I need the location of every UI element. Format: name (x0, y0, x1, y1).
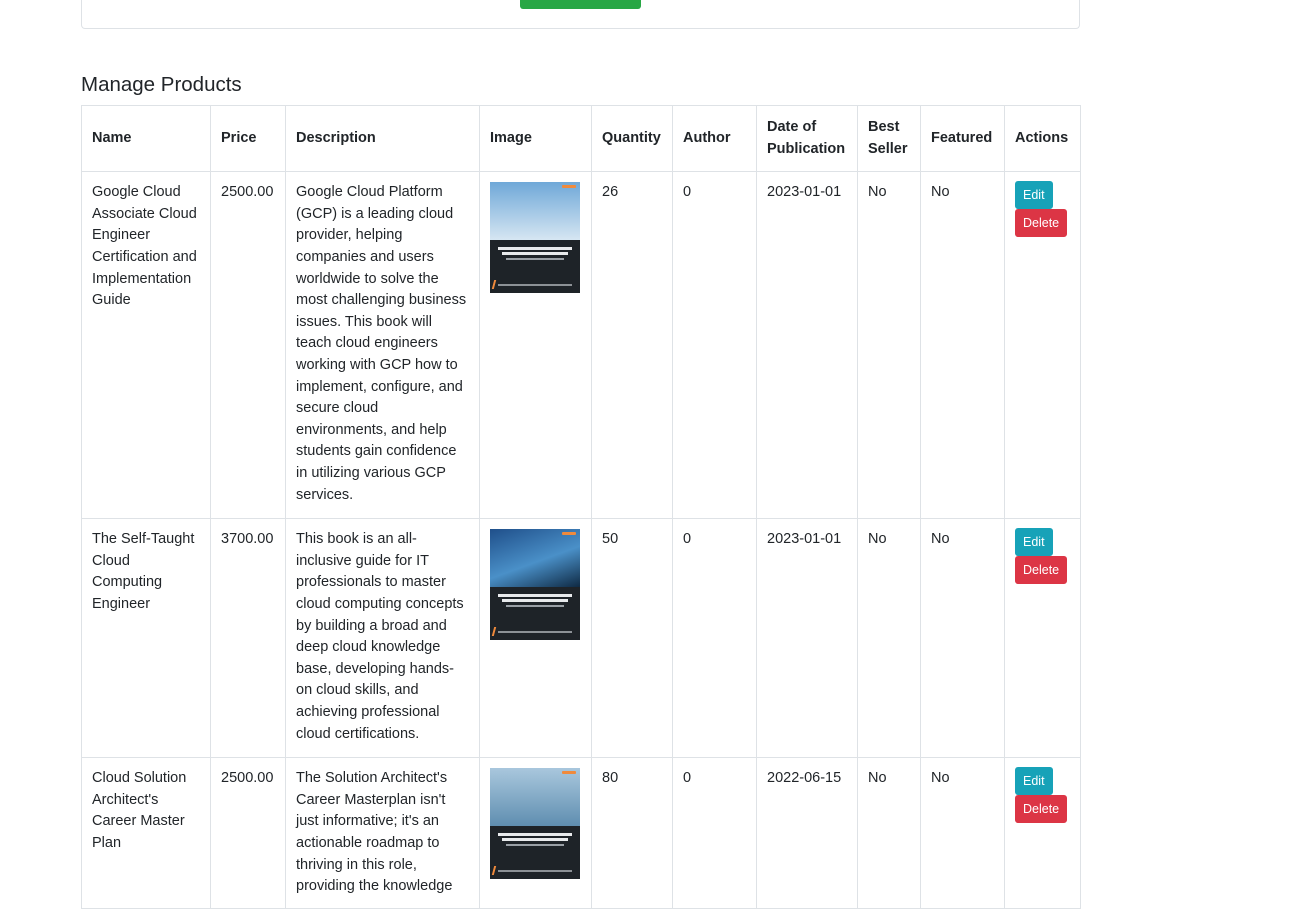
header-name: Name (81, 104, 211, 173)
cell-date: 2022-06-15 (756, 757, 858, 909)
cell-price: 3700.00 (210, 518, 286, 759)
cell-name: Cloud Solution Architect's Career Master… (81, 757, 211, 909)
book-cover-image (490, 529, 580, 641)
cell-image (479, 757, 592, 909)
add-product-form-card (81, 0, 1080, 29)
section-title: Manage Products (81, 73, 242, 96)
header-best-seller: Best Seller (857, 104, 921, 173)
cell-best-seller: No (857, 518, 921, 759)
book-cover-image (490, 768, 580, 880)
header-quantity: Quantity (591, 104, 673, 173)
header-featured: Featured (920, 104, 1005, 173)
cell-best-seller: No (857, 171, 921, 520)
cell-author: 0 (672, 518, 757, 759)
cell-featured: No (920, 518, 1005, 759)
table-row: The Self-Taught Cloud Computing Engineer… (81, 518, 1081, 759)
edit-button[interactable]: Edit (1015, 528, 1053, 557)
cell-actions: Edit Delete (1004, 757, 1081, 909)
cell-image (479, 518, 592, 759)
cell-name: The Self-Taught Cloud Computing Engineer (81, 518, 211, 759)
header-description: Description (285, 104, 480, 173)
cell-description: Google Cloud Platform (GCP) is a leading… (285, 171, 480, 520)
submit-button[interactable] (520, 0, 641, 9)
delete-button[interactable]: Delete (1015, 795, 1068, 824)
edit-button[interactable]: Edit (1015, 767, 1053, 796)
cell-actions: Edit Delete (1004, 171, 1081, 520)
cell-price: 2500.00 (210, 757, 286, 909)
cell-image (479, 171, 592, 520)
cell-featured: No (920, 757, 1005, 909)
cell-quantity: 50 (591, 518, 673, 759)
cell-author: 0 (672, 171, 757, 520)
delete-button[interactable]: Delete (1015, 209, 1068, 238)
cell-author: 0 (672, 757, 757, 909)
products-table: Name Price Description Image Quantity Au… (81, 104, 1081, 909)
header-author: Author (672, 104, 757, 173)
header-image: Image (479, 104, 592, 173)
header-price: Price (210, 104, 286, 173)
cell-price: 2500.00 (210, 171, 286, 520)
cell-actions: Edit Delete (1004, 518, 1081, 759)
header-actions: Actions (1004, 104, 1081, 173)
table-row: Cloud Solution Architect's Career Master… (81, 757, 1081, 909)
cell-featured: No (920, 171, 1005, 520)
cell-date: 2023-01-01 (756, 518, 858, 759)
cell-quantity: 26 (591, 171, 673, 520)
table-header-row: Name Price Description Image Quantity Au… (81, 104, 1081, 173)
table-row: Google Cloud Associate Cloud Engineer Ce… (81, 171, 1081, 520)
cell-description: The Solution Architect's Career Masterpl… (285, 757, 480, 909)
cell-description: This book is an all-inclusive guide for … (285, 518, 480, 759)
cell-name: Google Cloud Associate Cloud Engineer Ce… (81, 171, 211, 520)
cell-date: 2023-01-01 (756, 171, 858, 520)
header-date: Date of Publication (756, 104, 858, 173)
delete-button[interactable]: Delete (1015, 556, 1068, 585)
cell-best-seller: No (857, 757, 921, 909)
edit-button[interactable]: Edit (1015, 181, 1053, 210)
cell-quantity: 80 (591, 757, 673, 909)
book-cover-image (490, 182, 580, 294)
